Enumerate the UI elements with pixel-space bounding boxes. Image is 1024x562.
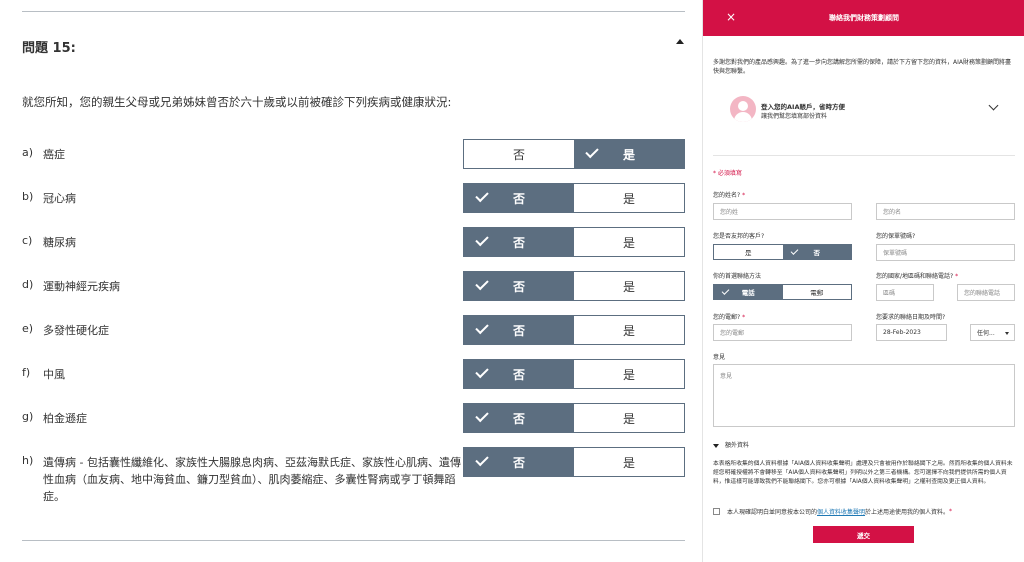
yes-no-toggle: 否是 (463, 403, 685, 433)
area-code-input[interactable]: 區碼 (876, 284, 934, 301)
expand-triangle-icon (713, 443, 719, 448)
questionnaire-section: 問題 15: 就您所知，您的親生父母或兄弟姊妹曾否於六十歲或以前被確診下列疾病或… (0, 0, 702, 562)
policy-number-label: 您的保單號碼? (876, 233, 916, 240)
panel-header: × 聯絡我們財務策劃顧問 (703, 0, 1024, 36)
row-label: 中風 (43, 368, 65, 381)
row-label: 運動神經元疾病 (43, 280, 120, 293)
contact-advisor-panel: × 聯絡我們財務策劃顧問 多謝您對我們的產品感興趣。為了進一步向您講解您所需的保… (702, 0, 1024, 562)
no-option[interactable]: 否 (464, 272, 574, 300)
yes-option[interactable]: 是 (574, 360, 684, 388)
yes-no-toggle: 否是 (463, 227, 685, 257)
consent-row: 本人現確認明白並同意按本公司的 個人資料收集聲明 於上述用途使用我的個人資料。 * (713, 507, 952, 516)
row-letter: b) (22, 190, 34, 203)
existing-customer-label: 您是否友邦的客戶? (713, 233, 765, 240)
login-prompt[interactable]: 登入您的AIA賬戶，省時方便 讓我們幫您填寫部份資料 (713, 82, 1015, 156)
yes-no-toggle: 否是 (463, 315, 685, 345)
check-icon (475, 364, 489, 379)
yes-no-toggle: 否是 (463, 359, 685, 389)
contact-date-input[interactable]: 28-Feb-2023 (876, 324, 947, 341)
check-icon (585, 144, 599, 159)
row-letter: e) (22, 322, 34, 335)
check-icon (475, 188, 489, 203)
yes-no-toggle: 否是 (463, 183, 685, 213)
submit-button[interactable]: 遞交 (813, 526, 914, 543)
name-label: 您的姓名? * (713, 192, 746, 199)
country-phone-label: 您的國家/地區碼和聯絡電話? * (876, 273, 959, 280)
yes-option[interactable]: 是 (574, 140, 684, 168)
contact-date-label: 您要求的聯絡日期及時間? (876, 314, 946, 321)
check-icon (475, 232, 489, 247)
row-label: 柏金遜症 (43, 412, 87, 425)
login-subtitle: 讓我們幫您填寫部份資料 (761, 113, 828, 120)
no-option[interactable]: 否 (464, 316, 574, 344)
panel-title: 聯絡我們財務策劃顧問 (829, 14, 899, 22)
existing-customer-yes-option[interactable]: 是 (714, 245, 783, 259)
existing-customer-no-option[interactable]: 否 (782, 245, 851, 259)
contact-method-toggle: 電話 電郵 (713, 284, 852, 300)
yes-option[interactable]: 是 (574, 184, 684, 212)
contact-phone-option[interactable]: 電話 (714, 285, 783, 299)
contact-email-option[interactable]: 電郵 (782, 285, 851, 299)
row-label: 癌症 (43, 148, 65, 161)
policy-number-input[interactable]: 保單號碼 (876, 244, 1015, 261)
extra-info-toggle[interactable]: 額外資料 (713, 440, 749, 449)
row-label: 糖尿病 (43, 236, 76, 249)
consent-checkbox[interactable] (713, 508, 720, 515)
contact-time-select[interactable]: 任何... (970, 324, 1015, 341)
check-icon (475, 452, 489, 467)
no-option[interactable]: 否 (464, 228, 574, 256)
no-option[interactable]: 否 (464, 360, 574, 388)
question-title: 問題 15: (22, 41, 76, 56)
privacy-statement-link[interactable]: 個人資料收集聲明 (817, 507, 865, 516)
check-icon (475, 276, 489, 291)
row-letter: a) (22, 146, 34, 159)
last-name-input[interactable]: 您的姓 (713, 203, 852, 220)
row-letter: g) (22, 410, 34, 423)
no-option[interactable]: 否 (464, 448, 574, 476)
yes-no-toggle: 否是 (463, 447, 685, 477)
divider-bottom (22, 540, 685, 541)
row-label: 遺傳病 - 包括囊性纖維化、家族性大腸腺息肉病、亞茲海默氏症、家族性心肌病、遺傳… (43, 456, 461, 503)
check-icon (475, 408, 489, 423)
yes-no-toggle: 否是 (463, 271, 685, 301)
yes-option[interactable]: 是 (574, 272, 684, 300)
yes-option[interactable]: 是 (574, 404, 684, 432)
check-icon (721, 287, 730, 295)
row-letter: d) (22, 278, 34, 291)
row-letter: h) (22, 454, 34, 467)
login-title: 登入您的AIA賬戶，省時方便 (761, 103, 845, 111)
no-option[interactable]: 否 (464, 140, 574, 168)
chevron-down-icon[interactable] (988, 100, 999, 111)
first-name-input[interactable]: 您的名 (876, 203, 1015, 220)
privacy-notice: 本表格所收集的個人資料根據「AIA個人資料收集聲明」處理及只會被用作於聯絡閣下之… (713, 461, 1013, 485)
yes-option[interactable]: 是 (574, 228, 684, 256)
phone-number-input[interactable]: 您的聯絡電話 (957, 284, 1015, 301)
divider-top (22, 11, 685, 12)
yes-option[interactable]: 是 (574, 448, 684, 476)
yes-option[interactable]: 是 (574, 316, 684, 344)
contact-method-label: 你的首選聯絡方法 (713, 273, 762, 280)
yes-no-toggle: 否是 (463, 139, 685, 169)
row-label: 冠心病 (43, 192, 76, 205)
dropdown-caret-icon (1005, 332, 1009, 335)
no-option[interactable]: 否 (464, 404, 574, 432)
check-icon (475, 320, 489, 335)
row-label: 多發性硬化症 (43, 324, 109, 337)
avatar-icon (730, 96, 756, 122)
question-text: 就您所知，您的親生父母或兄弟姊妹曾否於六十歲或以前被確診下列疾病或健康狀況: (22, 95, 452, 109)
comments-label: 意見 (713, 354, 726, 361)
row-letter: f) (22, 366, 31, 379)
collapse-caret-icon[interactable] (676, 39, 684, 44)
intro-text: 多謝您對我們的產品感興趣。為了進一步向您講解您所需的保障，請於下方留下您的資料，… (713, 59, 1011, 75)
check-icon (790, 247, 798, 255)
email-label: 您的電郵? * (713, 314, 746, 321)
row-letter: c) (22, 234, 33, 247)
comments-textarea[interactable]: 意見 (713, 364, 1015, 427)
required-note: * 必須填寫 (713, 170, 742, 177)
no-option[interactable]: 否 (464, 184, 574, 212)
email-input[interactable]: 您的電郵 (713, 324, 852, 341)
existing-customer-toggle: 是 否 (713, 244, 852, 260)
